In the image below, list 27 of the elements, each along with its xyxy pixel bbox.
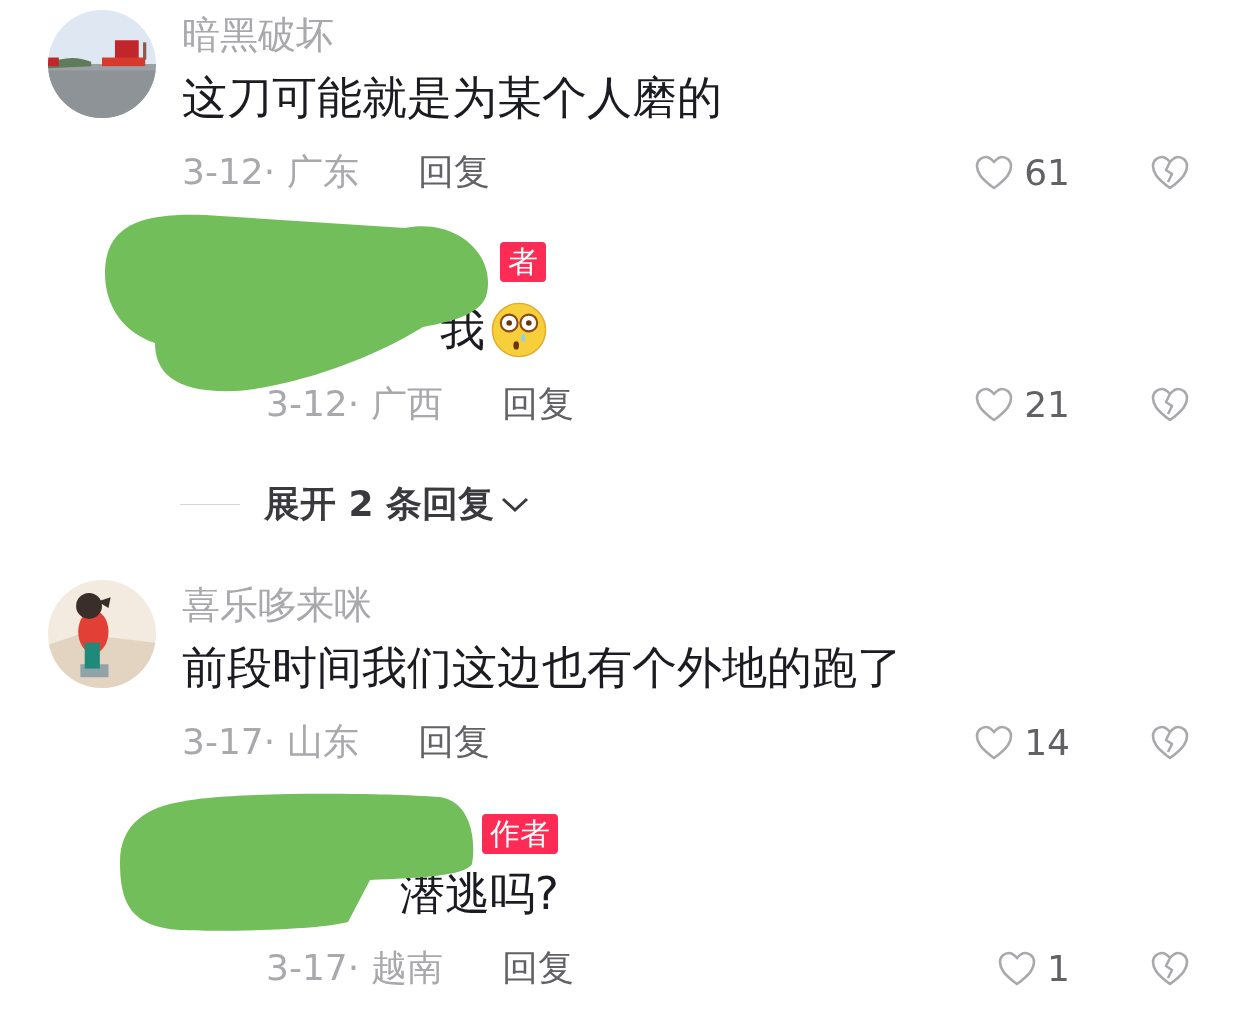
heart-icon[interactable] <box>997 949 1038 987</box>
comment-date: 3-17· 山东 <box>182 719 360 764</box>
author-badge: 者 <box>500 242 546 282</box>
reply-link[interactable]: 回复 <box>502 943 574 993</box>
broken-heart-icon[interactable] <box>1150 723 1190 761</box>
heart-icon[interactable] <box>974 385 1015 423</box>
broken-heart-icon[interactable] <box>1150 153 1190 191</box>
like-count: 1 <box>1047 947 1070 989</box>
heart-icon[interactable] <box>974 153 1015 191</box>
like-count: 21 <box>1024 383 1070 425</box>
like-count: 61 <box>1024 151 1070 193</box>
comment-date: 3-17· 越南 <box>266 945 444 990</box>
expand-replies-button[interactable]: 展开 2 条回复 <box>264 479 531 529</box>
comment-text: 前段时间我们这边也有个外地的跑了 <box>182 640 903 696</box>
heart-icon[interactable] <box>974 723 1015 761</box>
reply-link[interactable]: 回复 <box>418 147 490 197</box>
author-badge: 作者 <box>482 814 558 854</box>
reply-link[interactable]: 回复 <box>502 379 574 429</box>
comment-date: 3-12· 广西 <box>266 381 444 426</box>
comment-text: 这刀可能就是为某个人磨的 <box>182 70 723 126</box>
broken-heart-icon[interactable] <box>1150 949 1190 987</box>
username: 暗黑破坏 <box>182 12 335 59</box>
username: 喜乐哆来咪 <box>182 582 373 629</box>
like-count: 14 <box>1024 721 1070 763</box>
comment-date: 3-12· 广东 <box>182 149 360 194</box>
reply-link[interactable]: 回复 <box>418 717 490 767</box>
broken-heart-icon[interactable] <box>1150 385 1190 423</box>
